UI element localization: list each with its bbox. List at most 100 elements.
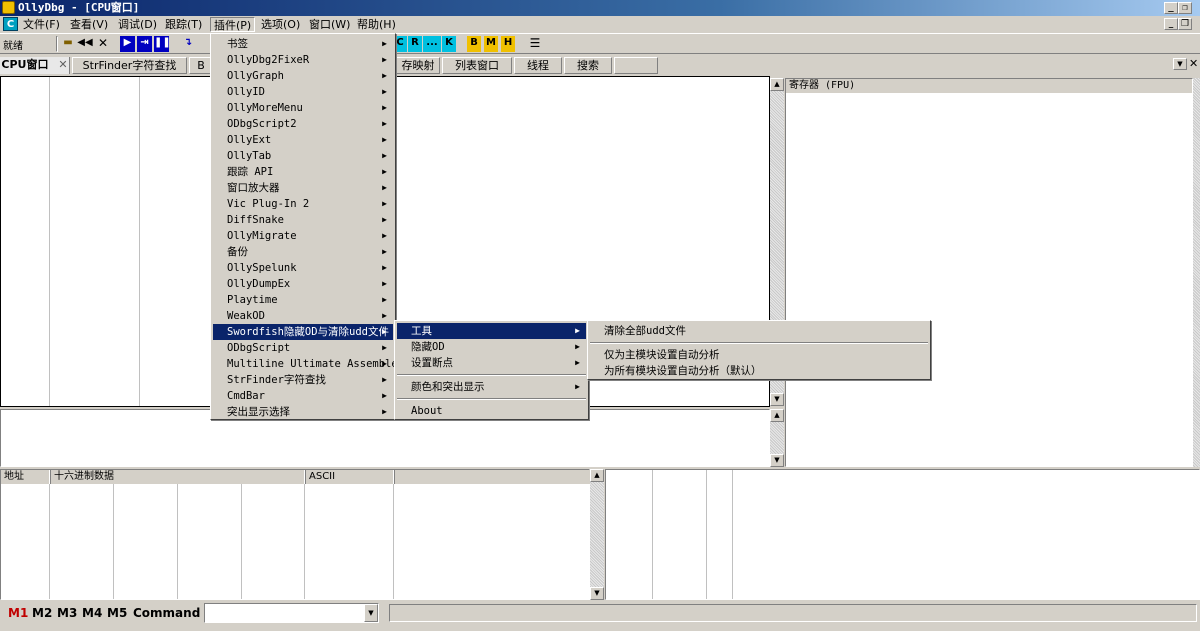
- open-folder-icon[interactable]: ▬: [60, 36, 76, 52]
- registers-pane[interactable]: 寄存器 (FPU): [785, 78, 1193, 467]
- plugin-item-ollyspelunk[interactable]: OllySpelunk ▶: [213, 260, 393, 276]
- scroll-up-icon[interactable]: ▲: [770, 78, 784, 91]
- mark-m2[interactable]: M2: [32, 606, 52, 620]
- child-restore-icon[interactable]: ❐: [1178, 18, 1192, 30]
- plugin-item-strfinder[interactable]: StrFinder字符查找 ▶: [213, 372, 393, 388]
- tab-search[interactable]: 搜索: [564, 57, 612, 74]
- scroll-down-icon[interactable]: ▼: [770, 454, 784, 467]
- run-icon[interactable]: ▶: [120, 36, 135, 52]
- plugin-item-highlight-selection[interactable]: 突出显示选择 ▶: [213, 404, 393, 420]
- submenu-arrow-icon: ▶: [382, 39, 387, 48]
- menu-window[interactable]: 窗口(W): [306, 17, 353, 32]
- swordfish-item-about[interactable]: About: [397, 403, 586, 419]
- toolbar-r-button[interactable]: R: [408, 36, 422, 52]
- swordfish-item-set-breakpoint[interactable]: 设置断点 ▶: [397, 355, 586, 371]
- menu-debug[interactable]: 调试(D): [115, 17, 160, 32]
- plugin-item-odbgscript2[interactable]: ODbgScript2 ▶: [213, 116, 393, 132]
- toolbar-h-button[interactable]: H: [501, 36, 515, 52]
- scroll-up-icon[interactable]: ▲: [770, 409, 784, 422]
- submenu-arrow-icon: ▶: [382, 151, 387, 160]
- plugin-item-window-magnifier[interactable]: 窗口放大器 ▶: [213, 180, 393, 196]
- info-scrollbar[interactable]: ▲ ▼: [770, 409, 784, 467]
- plugin-item-ollygraph[interactable]: OllyGraph ▶: [213, 68, 393, 84]
- plugin-item-vic-plugin-2[interactable]: Vic Plug-In 2 ▶: [213, 196, 393, 212]
- mark-m1[interactable]: M1: [8, 606, 28, 620]
- stack-col-divider: [652, 470, 653, 599]
- menu-file[interactable]: 文件(F): [20, 17, 63, 32]
- tab-dropdown-icon[interactable]: ▼: [1173, 58, 1187, 70]
- stack-pane[interactable]: [605, 469, 1200, 600]
- minimize-button[interactable]: _: [1164, 2, 1178, 14]
- command-input[interactable]: ▼: [204, 603, 379, 623]
- plugin-item-backup[interactable]: 备份 ▶: [213, 244, 393, 260]
- plugin-item-label: DiffSnake: [227, 214, 284, 226]
- tab-list-window[interactable]: 列表窗口: [442, 57, 512, 74]
- tools-item-analyze-main[interactable]: 仅为主模块设置自动分析: [590, 347, 928, 363]
- menu-options[interactable]: 选项(O): [258, 17, 303, 32]
- list-icon[interactable]: ☰: [527, 36, 543, 52]
- plugin-item-odbgscript[interactable]: ODbgScript ▶: [213, 340, 393, 356]
- plugin-item-trace-api[interactable]: 跟踪 API ▶: [213, 164, 393, 180]
- plugin-item-ollyid[interactable]: OllyID ▶: [213, 84, 393, 100]
- mark-m5[interactable]: M5: [107, 606, 127, 620]
- scroll-up-icon[interactable]: ▲: [590, 469, 604, 482]
- tab-empty[interactable]: [614, 57, 658, 74]
- swordfish-item-hide-od[interactable]: 隐藏OD ▶: [397, 339, 586, 355]
- scroll-down-icon[interactable]: ▼: [770, 393, 784, 406]
- tools-item-analyze-all[interactable]: 为所有模块设置自动分析（默认）: [590, 363, 928, 379]
- tab-close-icon[interactable]: ✕: [58, 58, 67, 71]
- tools-item-clear-udd[interactable]: 清除全部udd文件: [590, 323, 928, 339]
- child-minimize-button[interactable]: _: [1164, 18, 1178, 30]
- toolbar-m-button[interactable]: M: [484, 36, 498, 52]
- dump-pane[interactable]: 地址 十六进制数据 ASCII: [0, 469, 590, 600]
- restore-icon[interactable]: ❐: [1178, 2, 1192, 14]
- tab-cpu[interactable]: CPU窗口 ✕: [0, 57, 70, 74]
- scroll-down-icon[interactable]: ▼: [590, 587, 604, 600]
- menu-view[interactable]: 查看(V): [67, 17, 111, 32]
- toolbar-dots-button[interactable]: ...: [423, 36, 441, 52]
- plugin-item-ollymoremenu[interactable]: OllyMoreMenu ▶: [213, 100, 393, 116]
- plugin-item-ollymigrate[interactable]: OllyMigrate ▶: [213, 228, 393, 244]
- menu-help[interactable]: 帮助(H): [354, 17, 399, 32]
- tab-strfinder[interactable]: StrFinder字符查找: [72, 57, 187, 74]
- plugin-item-label: 窗口放大器: [227, 182, 280, 194]
- disasm-col-divider: [139, 77, 140, 406]
- plugin-item-cmdbar[interactable]: CmdBar ▶: [213, 388, 393, 404]
- plugin-item-swordfish[interactable]: Swordfish隐藏OD与清除udd文件 ▶: [213, 324, 393, 340]
- toolbar-divider: [56, 36, 58, 52]
- plugin-item-ollydbg2fixer[interactable]: OllyDbg2FixeR ▶: [213, 52, 393, 68]
- rewind-icon[interactable]: ◀◀: [77, 36, 93, 52]
- plugin-item-ollydumpex[interactable]: OllyDumpEx ▶: [213, 276, 393, 292]
- swordfish-item-tools[interactable]: 工具 ▶: [397, 323, 586, 339]
- tab-bar-close-icon[interactable]: ✕: [1189, 57, 1198, 70]
- menu-trace[interactable]: 跟踪(T): [162, 17, 205, 32]
- toolbar-b-button[interactable]: B: [467, 36, 481, 52]
- plugin-item-ollytab[interactable]: OllyTab ▶: [213, 148, 393, 164]
- step-icon[interactable]: ⇥: [137, 36, 152, 52]
- swordfish-item-colors[interactable]: 颜色和突出显示 ▶: [397, 379, 586, 395]
- plugin-item-multiline-assembler[interactable]: Multiline Ultimate Assembler ▶: [213, 356, 404, 372]
- plugin-item-ollyext[interactable]: OllyExt ▶: [213, 132, 393, 148]
- tab-memory-map[interactable]: 存映射: [396, 57, 440, 74]
- plugin-item-playtime[interactable]: Playtime ▶: [213, 292, 393, 308]
- cpu-c-icon[interactable]: C: [3, 17, 18, 31]
- plugin-item-weakod[interactable]: WeakOD ▶: [213, 308, 393, 324]
- submenu-arrow-icon: ▶: [382, 71, 387, 80]
- mark-m3[interactable]: M3: [57, 606, 77, 620]
- submenu-arrow-icon: ▶: [382, 119, 387, 128]
- status-ready-label: 就绪: [3, 41, 23, 52]
- command-dropdown-icon[interactable]: ▼: [364, 604, 378, 622]
- toolbar-k-button[interactable]: K: [442, 36, 456, 52]
- plugin-item-bookmarks[interactable]: 书签 ▶: [213, 36, 393, 52]
- mark-m4[interactable]: M4: [82, 606, 102, 620]
- registers-scrollbar[interactable]: [1193, 78, 1200, 467]
- plugin-item-diffsnake[interactable]: DiffSnake ▶: [213, 212, 393, 228]
- step-into-icon[interactable]: ↴: [180, 36, 196, 52]
- tab-threads[interactable]: 线程: [514, 57, 562, 74]
- dump-scrollbar[interactable]: ▲ ▼: [590, 469, 604, 600]
- menu-plugins[interactable]: 插件(P): [210, 17, 256, 32]
- close-icon[interactable]: ✕: [95, 36, 111, 52]
- submenu-arrow-icon: ▶: [382, 167, 387, 176]
- registers-header: 寄存器 (FPU): [786, 79, 1192, 93]
- pause-icon[interactable]: ❚❚: [154, 36, 171, 52]
